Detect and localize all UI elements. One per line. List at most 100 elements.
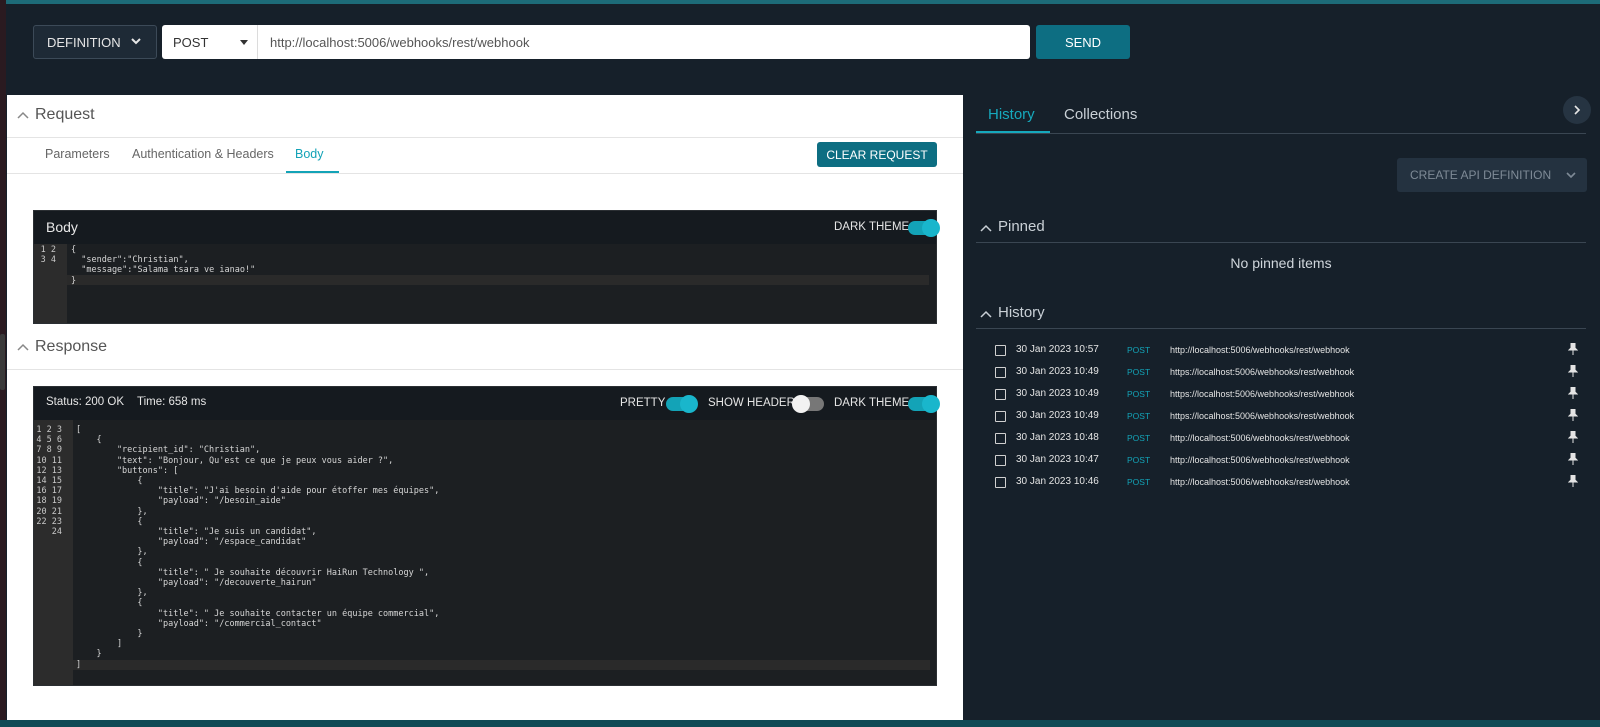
response-status: Status: 200 OK <box>46 396 124 408</box>
request-bar: DEFINITION POST SEND <box>0 4 1600 92</box>
bottom-accent-bar <box>0 720 1600 727</box>
chevron-up-icon <box>17 111 29 119</box>
history-url: http://localhost:5006/webhooks/rest/webh… <box>1170 345 1350 355</box>
pinned-title: Pinned <box>998 218 1045 235</box>
url-input[interactable] <box>258 25 1030 59</box>
response-editor: Status: 200 OK Time: 658 ms PRETTY SHOW … <box>33 386 940 686</box>
tab-collections[interactable]: Collections <box>1064 106 1137 123</box>
line-numbers: 1 2 3 4 5 6 7 8 9 10 11 12 13 14 15 16 1… <box>34 420 73 685</box>
dark-theme-toggle[interactable] <box>908 395 940 413</box>
request-title: Request <box>35 106 95 123</box>
pinned-section-header[interactable]: Pinned <box>976 212 1586 243</box>
history-date: 30 Jan 2023 10:49 <box>1016 388 1099 399</box>
pretty-label: PRETTY <box>620 397 666 409</box>
history-method: POST <box>1127 389 1151 399</box>
history-date: 30 Jan 2023 10:57 <box>1016 344 1099 355</box>
request-response-panel: Request Parameters Authentication & Head… <box>7 95 963 720</box>
response-title: Response <box>35 338 108 355</box>
pin-icon[interactable] <box>1568 409 1578 421</box>
dark-theme-toggle[interactable] <box>908 219 940 237</box>
chevron-down-icon <box>1566 172 1576 179</box>
chevron-down-icon <box>131 38 141 45</box>
chevron-right-icon <box>1574 105 1581 115</box>
line-numbers: 1 2 3 4 <box>34 244 67 323</box>
history-url: https://localhost:5006/webhooks/rest/web… <box>1170 389 1355 399</box>
history-checkbox[interactable] <box>995 455 1006 466</box>
body-editor-title: Body <box>46 219 78 235</box>
history-date: 30 Jan 2023 10:48 <box>1016 432 1099 443</box>
history-method: POST <box>1127 433 1151 443</box>
history-method: POST <box>1127 455 1151 465</box>
chevron-up-icon <box>980 224 992 232</box>
history-checkbox[interactable] <box>995 367 1006 378</box>
history-url: http://localhost:5006/webhooks/rest/webh… <box>1170 433 1350 443</box>
history-date: 30 Jan 2023 10:46 <box>1016 476 1099 487</box>
history-row[interactable]: 30 Jan 2023 10:49 POST https://localhost… <box>976 387 1586 409</box>
active-tab-indicator <box>286 171 339 173</box>
dark-theme-label: DARK THEME <box>834 221 910 233</box>
history-url: http://localhost:5006/webhooks/rest/webh… <box>1170 477 1350 487</box>
response-section-header[interactable]: Response <box>7 327 963 370</box>
history-date: 30 Jan 2023 10:49 <box>1016 366 1099 377</box>
no-pinned-message: No pinned items <box>1230 255 1332 271</box>
pin-icon[interactable] <box>1568 431 1578 443</box>
create-api-definition-label: CREATE API DEFINITION <box>1410 168 1552 182</box>
history-section-header[interactable]: History <box>976 298 1586 329</box>
history-row[interactable]: 30 Jan 2023 10:46 POST http://localhost:… <box>976 475 1586 497</box>
history-row[interactable]: 30 Jan 2023 10:49 POST https://localhost… <box>976 409 1586 431</box>
definition-label: DEFINITION <box>47 34 121 50</box>
history-date: 30 Jan 2023 10:47 <box>1016 454 1099 465</box>
history-row[interactable]: 30 Jan 2023 10:57 POST http://localhost:… <box>976 343 1586 365</box>
history-method: POST <box>1127 411 1151 421</box>
tab-history[interactable]: History <box>988 106 1035 123</box>
tab-body[interactable]: Body <box>295 147 324 161</box>
send-button[interactable]: SEND <box>1036 25 1130 59</box>
definition-dropdown[interactable]: DEFINITION <box>33 25 157 59</box>
method-select[interactable]: POST <box>162 25 258 59</box>
collapse-sidebar-button[interactable] <box>1563 96 1591 124</box>
history-row[interactable]: 30 Jan 2023 10:48 POST http://localhost:… <box>976 431 1586 453</box>
history-row[interactable]: 30 Jan 2023 10:49 POST https://localhost… <box>976 365 1586 387</box>
tab-parameters[interactable]: Parameters <box>45 147 110 161</box>
active-tab-indicator <box>976 131 1050 133</box>
caret-down-icon <box>240 40 248 45</box>
chevron-up-icon <box>17 343 29 351</box>
show-headers-label: SHOW HEADERS <box>708 397 803 409</box>
history-date: 30 Jan 2023 10:49 <box>1016 410 1099 421</box>
tab-authentication-headers[interactable]: Authentication & Headers <box>132 147 274 161</box>
history-url: https://localhost:5006/webhooks/rest/web… <box>1170 411 1355 421</box>
history-url: https://localhost:5006/webhooks/rest/web… <box>1170 367 1355 377</box>
pin-icon[interactable] <box>1568 387 1578 399</box>
history-url: http://localhost:5006/webhooks/rest/webh… <box>1170 455 1350 465</box>
scrollbar-thumb[interactable] <box>0 334 5 390</box>
history-title: History <box>998 304 1045 321</box>
show-headers-toggle[interactable] <box>792 395 824 413</box>
history-method: POST <box>1127 477 1151 487</box>
pin-icon[interactable] <box>1568 475 1578 487</box>
history-checkbox[interactable] <box>995 477 1006 488</box>
body-editor-header: Body DARK THEME <box>34 211 940 244</box>
body-editor: Body DARK THEME 1 2 3 4 { "sender":"Chri… <box>33 210 940 324</box>
history-method: POST <box>1127 367 1151 377</box>
clear-request-button[interactable]: CLEAR REQUEST <box>817 142 937 167</box>
sidebar-tabs: History Collections <box>976 95 1586 134</box>
history-checkbox[interactable] <box>995 345 1006 356</box>
dark-theme-label: DARK THEME <box>834 397 910 409</box>
history-row[interactable]: 30 Jan 2023 10:47 POST http://localhost:… <box>976 453 1586 475</box>
history-checkbox[interactable] <box>995 433 1006 444</box>
history-checkbox[interactable] <box>995 411 1006 422</box>
response-code[interactable]: [ { "recipient_id": "Christian", "text":… <box>76 425 439 670</box>
pretty-toggle[interactable] <box>666 395 698 413</box>
request-tabs: Parameters Authentication & Headers Body… <box>7 137 963 174</box>
request-section-header[interactable]: Request <box>7 95 963 138</box>
history-checkbox[interactable] <box>995 389 1006 400</box>
method-value: POST <box>173 34 209 50</box>
pin-icon[interactable] <box>1568 453 1578 465</box>
response-time: Time: 658 ms <box>137 396 207 408</box>
pin-icon[interactable] <box>1568 343 1578 355</box>
create-api-definition-button[interactable]: CREATE API DEFINITION <box>1397 158 1587 192</box>
body-code[interactable]: { "sender":"Christian", "message":"Salam… <box>71 245 255 286</box>
pin-icon[interactable] <box>1568 365 1578 377</box>
history-method: POST <box>1127 345 1151 355</box>
response-editor-header: Status: 200 OK Time: 658 ms PRETTY SHOW … <box>34 387 940 420</box>
